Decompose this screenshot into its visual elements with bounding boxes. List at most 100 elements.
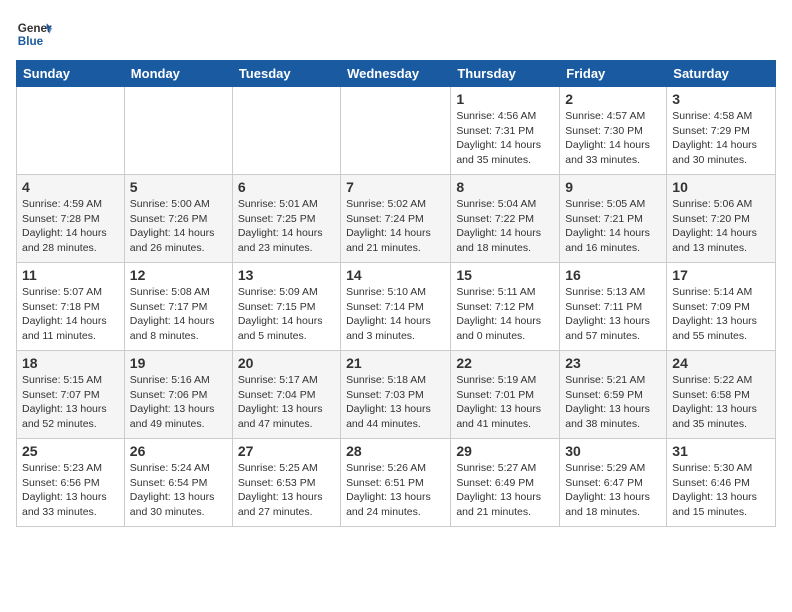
calendar-cell: 2 Sunrise: 4:57 AMSunset: 7:30 PMDaylight…	[560, 87, 667, 175]
calendar-cell: 29 Sunrise: 5:27 AMSunset: 6:49 PMDayligh…	[451, 439, 560, 527]
cell-info: Sunrise: 5:08 AMSunset: 7:17 PMDaylight:…	[130, 285, 227, 344]
cell-info: Sunrise: 5:02 AMSunset: 7:24 PMDaylight:…	[346, 197, 445, 256]
day-header-thursday: Thursday	[451, 61, 560, 87]
cell-date-number: 31	[672, 443, 770, 459]
cell-date-number: 8	[456, 179, 554, 195]
calendar-cell: 21 Sunrise: 5:18 AMSunset: 7:03 PMDayligh…	[341, 351, 451, 439]
cell-date-number: 14	[346, 267, 445, 283]
svg-text:Blue: Blue	[18, 35, 44, 48]
cell-info: Sunrise: 5:22 AMSunset: 6:58 PMDaylight:…	[672, 373, 770, 432]
cell-info: Sunrise: 5:15 AMSunset: 7:07 PMDaylight:…	[22, 373, 119, 432]
cell-date-number: 29	[456, 443, 554, 459]
cell-date-number: 9	[565, 179, 661, 195]
cell-date-number: 28	[346, 443, 445, 459]
cell-info: Sunrise: 5:01 AMSunset: 7:25 PMDaylight:…	[238, 197, 335, 256]
cell-date-number: 15	[456, 267, 554, 283]
calendar-cell: 5 Sunrise: 5:00 AMSunset: 7:26 PMDaylight…	[124, 175, 232, 263]
calendar-cell: 28 Sunrise: 5:26 AMSunset: 6:51 PMDayligh…	[341, 439, 451, 527]
calendar-cell: 25 Sunrise: 5:23 AMSunset: 6:56 PMDayligh…	[17, 439, 125, 527]
cell-info: Sunrise: 4:56 AMSunset: 7:31 PMDaylight:…	[456, 109, 554, 168]
cell-info: Sunrise: 5:05 AMSunset: 7:21 PMDaylight:…	[565, 197, 661, 256]
calendar-cell: 22 Sunrise: 5:19 AMSunset: 7:01 PMDayligh…	[451, 351, 560, 439]
cell-date-number: 30	[565, 443, 661, 459]
calendar-cell: 26 Sunrise: 5:24 AMSunset: 6:54 PMDayligh…	[124, 439, 232, 527]
cell-info: Sunrise: 5:21 AMSunset: 6:59 PMDaylight:…	[565, 373, 661, 432]
cell-info: Sunrise: 5:24 AMSunset: 6:54 PMDaylight:…	[130, 461, 227, 520]
cell-info: Sunrise: 5:16 AMSunset: 7:06 PMDaylight:…	[130, 373, 227, 432]
cell-info: Sunrise: 5:17 AMSunset: 7:04 PMDaylight:…	[238, 373, 335, 432]
calendar-cell	[341, 87, 451, 175]
calendar-cell	[232, 87, 340, 175]
calendar-cell: 30 Sunrise: 5:29 AMSunset: 6:47 PMDayligh…	[560, 439, 667, 527]
calendar-cell: 4 Sunrise: 4:59 AMSunset: 7:28 PMDaylight…	[17, 175, 125, 263]
cell-date-number: 7	[346, 179, 445, 195]
cell-date-number: 13	[238, 267, 335, 283]
cell-info: Sunrise: 5:30 AMSunset: 6:46 PMDaylight:…	[672, 461, 770, 520]
cell-date-number: 17	[672, 267, 770, 283]
day-header-wednesday: Wednesday	[341, 61, 451, 87]
calendar-cell: 13 Sunrise: 5:09 AMSunset: 7:15 PMDayligh…	[232, 263, 340, 351]
cell-info: Sunrise: 5:25 AMSunset: 6:53 PMDaylight:…	[238, 461, 335, 520]
calendar-cell: 16Sunrise: 5:13 AMSunset: 7:11 PMDayligh…	[560, 263, 667, 351]
calendar-cell	[17, 87, 125, 175]
calendar-table: SundayMondayTuesdayWednesdayThursdayFrid…	[16, 60, 776, 527]
cell-info: Sunrise: 5:19 AMSunset: 7:01 PMDaylight:…	[456, 373, 554, 432]
calendar-cell: 27 Sunrise: 5:25 AMSunset: 6:53 PMDayligh…	[232, 439, 340, 527]
cell-date-number: 25	[22, 443, 119, 459]
cell-date-number: 18	[22, 355, 119, 371]
cell-date-number: 1	[456, 91, 554, 107]
calendar-cell: 17Sunrise: 5:14 AMSunset: 7:09 PMDayligh…	[667, 263, 776, 351]
cell-info: Sunrise: 5:10 AMSunset: 7:14 PMDaylight:…	[346, 285, 445, 344]
page-header: General Blue	[16, 16, 776, 52]
calendar-cell: 7 Sunrise: 5:02 AMSunset: 7:24 PMDaylight…	[341, 175, 451, 263]
cell-date-number: 10	[672, 179, 770, 195]
day-header-tuesday: Tuesday	[232, 61, 340, 87]
calendar-cell: 1 Sunrise: 4:56 AMSunset: 7:31 PMDaylight…	[451, 87, 560, 175]
week-row-3: 11 Sunrise: 5:07 AMSunset: 7:18 PMDayligh…	[17, 263, 776, 351]
cell-info: Sunrise: 4:57 AMSunset: 7:30 PMDaylight:…	[565, 109, 661, 168]
day-header-saturday: Saturday	[667, 61, 776, 87]
cell-date-number: 26	[130, 443, 227, 459]
week-row-2: 4 Sunrise: 4:59 AMSunset: 7:28 PMDaylight…	[17, 175, 776, 263]
cell-date-number: 3	[672, 91, 770, 107]
cell-info: Sunrise: 5:09 AMSunset: 7:15 PMDaylight:…	[238, 285, 335, 344]
logo-icon: General Blue	[16, 16, 52, 52]
cell-date-number: 11	[22, 267, 119, 283]
calendar-cell: 18 Sunrise: 5:15 AMSunset: 7:07 PMDayligh…	[17, 351, 125, 439]
day-header-monday: Monday	[124, 61, 232, 87]
calendar-header-row: SundayMondayTuesdayWednesdayThursdayFrid…	[17, 61, 776, 87]
calendar-cell: 31 Sunrise: 5:30 AMSunset: 6:46 PMDayligh…	[667, 439, 776, 527]
cell-date-number: 5	[130, 179, 227, 195]
day-header-sunday: Sunday	[17, 61, 125, 87]
cell-info: Sunrise: 5:26 AMSunset: 6:51 PMDaylight:…	[346, 461, 445, 520]
cell-info: Sunrise: 5:23 AMSunset: 6:56 PMDaylight:…	[22, 461, 119, 520]
calendar-cell: 23Sunrise: 5:21 AMSunset: 6:59 PMDayligh…	[560, 351, 667, 439]
calendar-cell: 14 Sunrise: 5:10 AMSunset: 7:14 PMDayligh…	[341, 263, 451, 351]
cell-info: Sunrise: 5:00 AMSunset: 7:26 PMDaylight:…	[130, 197, 227, 256]
calendar-cell: 19Sunrise: 5:16 AMSunset: 7:06 PMDayligh…	[124, 351, 232, 439]
calendar-cell: 8 Sunrise: 5:04 AMSunset: 7:22 PMDaylight…	[451, 175, 560, 263]
cell-date-number: 6	[238, 179, 335, 195]
calendar-cell: 20Sunrise: 5:17 AMSunset: 7:04 PMDayligh…	[232, 351, 340, 439]
cell-date-number: 27	[238, 443, 335, 459]
cell-date-number: 22	[456, 355, 554, 371]
calendar-cell: 24Sunrise: 5:22 AMSunset: 6:58 PMDayligh…	[667, 351, 776, 439]
calendar-cell: 11 Sunrise: 5:07 AMSunset: 7:18 PMDayligh…	[17, 263, 125, 351]
cell-date-number: 21	[346, 355, 445, 371]
calendar-cell: 15 Sunrise: 5:11 AMSunset: 7:12 PMDayligh…	[451, 263, 560, 351]
cell-info: Sunrise: 5:29 AMSunset: 6:47 PMDaylight:…	[565, 461, 661, 520]
cell-info: Sunrise: 5:07 AMSunset: 7:18 PMDaylight:…	[22, 285, 119, 344]
cell-date-number: 2	[565, 91, 661, 107]
cell-date-number: 4	[22, 179, 119, 195]
cell-info: Sunrise: 5:27 AMSunset: 6:49 PMDaylight:…	[456, 461, 554, 520]
calendar-cell: 9 Sunrise: 5:05 AMSunset: 7:21 PMDaylight…	[560, 175, 667, 263]
day-header-friday: Friday	[560, 61, 667, 87]
cell-date-number: 12	[130, 267, 227, 283]
cell-date-number: 16	[565, 267, 661, 283]
cell-info: Sunrise: 4:59 AMSunset: 7:28 PMDaylight:…	[22, 197, 119, 256]
cell-info: Sunrise: 5:18 AMSunset: 7:03 PMDaylight:…	[346, 373, 445, 432]
week-row-1: 1 Sunrise: 4:56 AMSunset: 7:31 PMDaylight…	[17, 87, 776, 175]
cell-info: Sunrise: 5:04 AMSunset: 7:22 PMDaylight:…	[456, 197, 554, 256]
cell-info: Sunrise: 5:06 AMSunset: 7:20 PMDaylight:…	[672, 197, 770, 256]
cell-info: Sunrise: 5:11 AMSunset: 7:12 PMDaylight:…	[456, 285, 554, 344]
